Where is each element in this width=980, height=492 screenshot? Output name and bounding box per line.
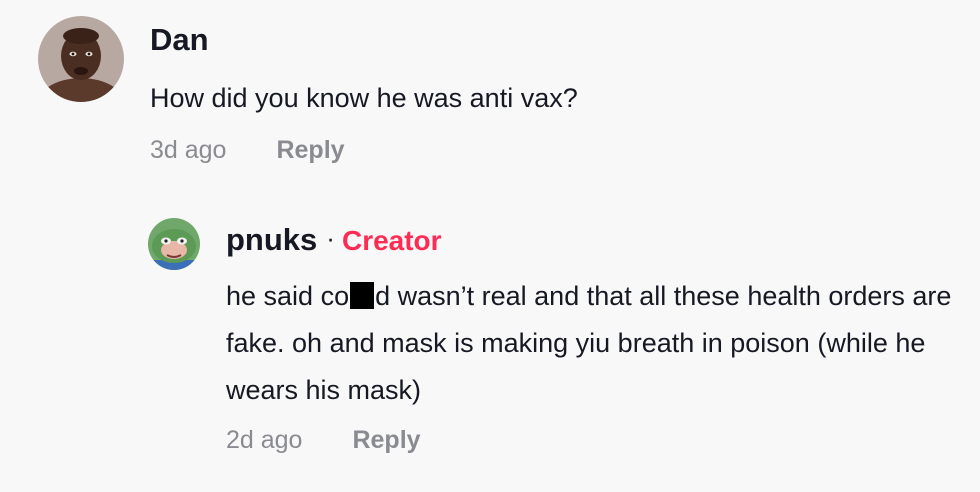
avatar[interactable] bbox=[38, 16, 124, 102]
redaction-box bbox=[350, 282, 375, 309]
comment-body: pnuks · Creator he said co d wasn’t real an… bbox=[226, 218, 971, 455]
comment-body: Dan How did you know he was anti vax? 3d… bbox=[150, 16, 950, 165]
comment-meta: 3d ago Reply bbox=[150, 136, 950, 165]
reply-button[interactable]: Reply bbox=[276, 136, 344, 164]
frog-avatar-icon bbox=[148, 218, 200, 270]
comment-age: 3d ago bbox=[150, 136, 227, 164]
reply-button[interactable]: Reply bbox=[352, 426, 420, 454]
user-photo-avatar-icon bbox=[38, 16, 124, 102]
avatar[interactable] bbox=[148, 218, 200, 270]
comment-text: How did you know he was anti vax? bbox=[150, 83, 578, 113]
comment-age: 2d ago bbox=[226, 426, 303, 454]
username[interactable]: pnuks bbox=[226, 224, 317, 255]
comment-text-part: he said co bbox=[226, 281, 350, 311]
creator-badge: Creator bbox=[341, 225, 442, 256]
username[interactable]: Dan bbox=[150, 24, 950, 55]
comment-thread: Dan How did you know he was anti vax? 3d… bbox=[0, 0, 980, 492]
separator-dot: · bbox=[326, 223, 335, 253]
comment-text: he said co d wasn’t real and that all the… bbox=[226, 273, 971, 414]
comment-meta: 2d ago Reply bbox=[226, 426, 971, 455]
comment-header: pnuks · Creator bbox=[226, 218, 971, 257]
